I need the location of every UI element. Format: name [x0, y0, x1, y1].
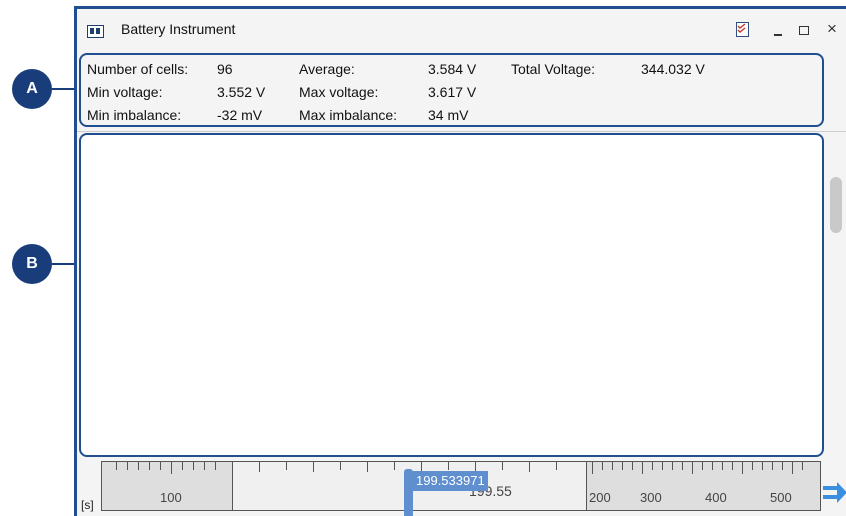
timeline-tick [193, 462, 194, 470]
cells-value: 96 [217, 61, 233, 77]
timeline-tick [448, 462, 449, 470]
timeline-tick [259, 462, 260, 472]
timeline-tick [752, 462, 753, 470]
timeline-tick [672, 462, 673, 470]
timeline-tick [742, 462, 743, 474]
window-title: Battery Instrument [121, 21, 236, 37]
timeline-tick [138, 462, 139, 470]
timeline-tick [556, 462, 557, 470]
timeline-tick [313, 462, 314, 472]
timeline-tick [702, 462, 703, 470]
timeline-tick [592, 462, 593, 474]
timeline-tick [394, 462, 395, 470]
timeline-tick [802, 462, 803, 470]
battery-icon [87, 25, 104, 38]
timeline-tick [367, 462, 368, 472]
close-icon[interactable]: × [827, 20, 837, 38]
min-imbalance-label: Min imbalance: [87, 107, 182, 123]
max-imbalance-label: Max imbalance: [299, 107, 398, 123]
double-arrow-right-icon[interactable] [823, 479, 846, 507]
timeline-tick [762, 462, 763, 470]
timeline-tick [772, 462, 773, 470]
callout-b: B [12, 244, 52, 284]
timeline-tick [692, 462, 693, 474]
timeline-tick [662, 462, 663, 470]
cells-label: Number of cells: [87, 61, 189, 77]
timeline-tick [712, 462, 713, 470]
title-bar[interactable]: Battery Instrument × [77, 9, 846, 49]
max-voltage-label: Max voltage: [299, 84, 379, 100]
total-voltage-label: Total Voltage: [511, 61, 596, 77]
total-voltage-value: 344.032 V [641, 61, 705, 77]
timeline-label-400: 400 [705, 490, 727, 505]
max-imbalance-value: 34 mV [428, 107, 469, 123]
timeline-tick [127, 462, 128, 470]
average-value: 3.584 V [428, 61, 477, 77]
timeline-tick [642, 462, 643, 474]
max-voltage-value: 3.617 V [428, 84, 477, 100]
timeline-label-500: 500 [770, 490, 792, 505]
timeline-tick [612, 462, 613, 470]
timeline-cursor-value: 199.533971 [413, 471, 488, 491]
timeline-tick [204, 462, 205, 470]
screenshot-stage: A B Battery Instrument × Number of cells… [0, 0, 846, 516]
min-voltage-label: Min voltage: [87, 84, 163, 100]
timeline-tick [160, 462, 161, 470]
timeline-tick [732, 462, 733, 470]
timeline-tick [602, 462, 603, 470]
timeline-tick [502, 462, 503, 470]
timeline-tick [632, 462, 633, 470]
timeline-tick [782, 462, 783, 470]
callout-a: A [12, 69, 52, 109]
timeline-tick [652, 462, 653, 470]
cell-voltage-display-panel [79, 133, 824, 457]
battery-stats-panel: Number of cells: 96 Min voltage: 3.552 V… [79, 53, 824, 127]
timeline-tick [529, 462, 530, 472]
timeline-tick [682, 462, 683, 470]
panel-divider [77, 131, 846, 132]
timeline-tick [622, 462, 623, 470]
timeline-tick [116, 462, 117, 470]
average-label: Average: [299, 61, 355, 77]
battery-instrument-window: Battery Instrument × Number of cells: 96… [77, 9, 846, 516]
timeline-label-200: 200 [589, 490, 611, 505]
timeline-label-300: 300 [640, 490, 662, 505]
timeline-tick [171, 462, 172, 474]
timeline-cursor-handle[interactable] [404, 469, 413, 516]
pin-icon[interactable] [736, 22, 749, 37]
timeline-tick [286, 462, 287, 470]
timeline-tick [340, 462, 341, 470]
timeline-tick [182, 462, 183, 470]
minimize-icon[interactable] [774, 34, 782, 36]
timeline-units: [s] [81, 498, 94, 512]
timeline-left-label: 100 [160, 490, 182, 505]
timeline-tick [792, 462, 793, 474]
min-voltage-value: 3.552 V [217, 84, 266, 100]
maximize-icon[interactable] [799, 26, 809, 35]
timeline-tick [215, 462, 216, 470]
timeline-tick [722, 462, 723, 470]
timeline-tick [149, 462, 150, 470]
min-imbalance-value: -32 mV [217, 107, 263, 123]
vertical-scrollbar-thumb[interactable] [830, 177, 842, 233]
